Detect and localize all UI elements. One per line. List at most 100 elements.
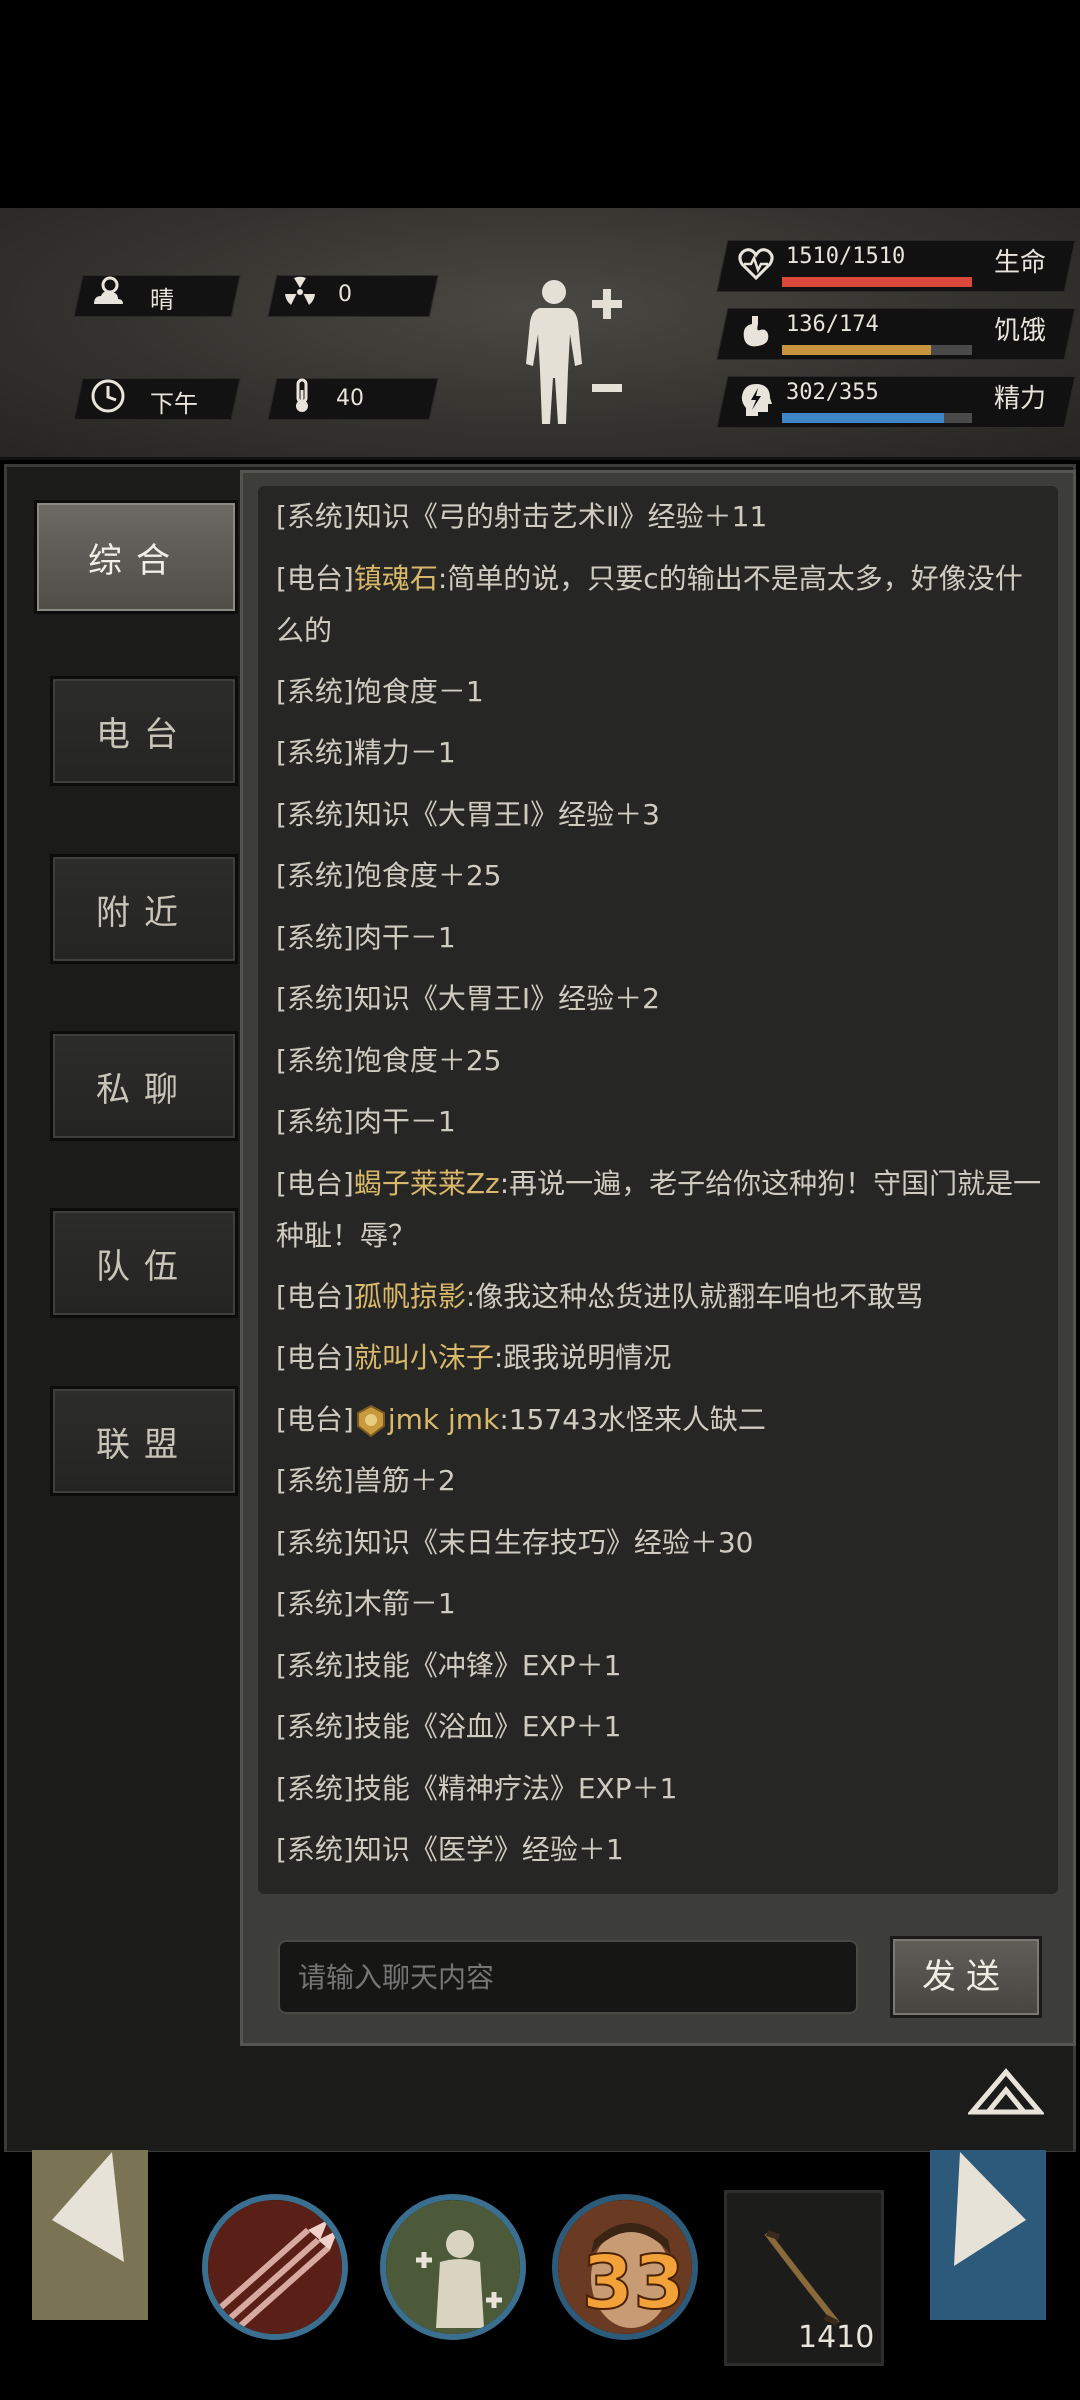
health-track bbox=[782, 277, 972, 287]
chat-message: [系统]木箭－1 bbox=[276, 1573, 1046, 1635]
skill-slot-1[interactable] bbox=[202, 2194, 348, 2340]
energy-fill bbox=[782, 413, 944, 423]
chat-username[interactable]: 孤帆掠影 bbox=[354, 1280, 466, 1313]
chat-message: [系统]饱食度－1 bbox=[276, 661, 1046, 723]
tab-alliance[interactable]: 联盟 bbox=[50, 1386, 238, 1496]
chat-username[interactable]: 蝎子莱莱Zz bbox=[354, 1167, 500, 1200]
chat-message-text: 技能《浴血》EXP＋1 bbox=[353, 1710, 622, 1743]
chat-username[interactable]: 镇魂石 bbox=[354, 562, 438, 595]
chat-channel-tag: [系统] bbox=[276, 797, 354, 831]
chat-message-text: 知识《弓的射击艺术Ⅱ》经验＋11 bbox=[353, 500, 768, 533]
chat-message: [系统]知识《大胃王Ⅰ》经验＋2 bbox=[276, 968, 1046, 1030]
chat-message: [系统]兽筋＋2 bbox=[276, 1450, 1046, 1512]
chat-channel-tag: [系统] bbox=[276, 500, 354, 533]
skill-slot-2[interactable] bbox=[380, 2194, 526, 2340]
chat-message: [系统]技能《浴血》EXP＋1 bbox=[276, 1696, 1046, 1758]
send-button[interactable]: 发送 bbox=[890, 1936, 1042, 2018]
chat-log[interactable]: [系统]知识《弓的射击艺术Ⅱ》经验＋11 [电台]镇魂石:简单的说，只要c的输出不… bbox=[258, 486, 1058, 1894]
tab-nearby[interactable]: 附近 bbox=[50, 854, 238, 964]
chat-channel-tag: [电台] bbox=[276, 1279, 354, 1313]
temperature-value: 40 bbox=[336, 386, 364, 411]
chat-input[interactable] bbox=[278, 1940, 858, 2014]
chat-message: [电台]镇魂石:简单的说，只要c的输出不是高太多，好像没什么的 bbox=[276, 548, 1046, 661]
chat-message: [电台]就叫小沫子:跟我说明情况 bbox=[276, 1327, 1046, 1389]
chat-channel-tag: [电台] bbox=[276, 1402, 354, 1436]
chat-message: [系统]肉干－1 bbox=[276, 1091, 1046, 1153]
chat-message-text: 知识《末日生存技巧》经验＋30 bbox=[353, 1525, 754, 1559]
chat-channel-tag: [电台] bbox=[276, 1166, 354, 1200]
guild-badge-icon bbox=[356, 1404, 385, 1437]
chat-message-text: 兽筋＋2 bbox=[353, 1464, 456, 1497]
head-bolt-icon bbox=[741, 384, 772, 416]
chat-channel-tag: [系统] bbox=[276, 674, 354, 708]
thermometer-icon bbox=[296, 378, 308, 412]
chat-message-text: 知识《大胃王Ⅰ》经验＋3 bbox=[353, 797, 660, 831]
chat-message-list: [系统]知识《弓的射击艺术Ⅱ》经验＋11 [电台]镇魂石:简单的说，只要c的输出不… bbox=[276, 486, 1046, 1881]
energy-label: 精力 bbox=[994, 384, 1047, 414]
chat-message-text: 饱食度－1 bbox=[353, 674, 484, 708]
chat-message: [系统]技能《冲锋》EXP＋1 bbox=[276, 1635, 1046, 1697]
chat-message-text: :15743水怪来人缺二 bbox=[499, 1402, 766, 1436]
chat-channel-tag: [系统] bbox=[276, 1771, 354, 1805]
chat-message: [电台] jmk jmk:15743水怪来人缺二 bbox=[276, 1389, 1046, 1451]
arrow-right-icon[interactable] bbox=[930, 2150, 1046, 2320]
arrow-left-icon[interactable] bbox=[32, 2150, 148, 2320]
chat-channel-tag: [系统] bbox=[276, 1043, 354, 1077]
radiation-value: 0 bbox=[338, 282, 352, 307]
energy-value: 302/355 bbox=[786, 380, 879, 405]
chat-channel-tag: [系统] bbox=[276, 982, 354, 1015]
character-level: 33 bbox=[581, 2239, 686, 2327]
chat-message-text: 饱食度＋25 bbox=[353, 1043, 502, 1077]
chat-message-text: 知识《大胃王Ⅰ》经验＋2 bbox=[353, 982, 660, 1015]
chat-message-text: 肉干－1 bbox=[353, 1105, 456, 1138]
chat-channel-tag: [系统] bbox=[276, 1833, 354, 1866]
chat-message-text: 肉干－1 bbox=[353, 920, 456, 954]
chat-channel-tag: [系统] bbox=[276, 1525, 354, 1559]
chat-message: [系统]饱食度＋25 bbox=[276, 1030, 1046, 1092]
chat-message-text: 精力－1 bbox=[353, 736, 456, 769]
chat-message: [系统]知识《末日生存技巧》经验＋30 bbox=[276, 1512, 1046, 1574]
chat-username[interactable]: jmk jmk bbox=[388, 1403, 499, 1436]
hunger-fill bbox=[782, 345, 931, 355]
chat-message-text: 木箭－1 bbox=[353, 1587, 456, 1620]
chat-channel-tag: [系统] bbox=[276, 1648, 354, 1682]
energy-track bbox=[782, 413, 972, 423]
stomach-icon bbox=[743, 316, 769, 347]
chat-message: [电台]孤帆掠影:像我这种怂货进队就翻车咱也不敢骂 bbox=[276, 1266, 1046, 1328]
tab-radio[interactable]: 电台 bbox=[50, 676, 238, 786]
hunger-track bbox=[782, 345, 972, 355]
chat-message: [系统]知识《大胃王Ⅰ》经验＋3 bbox=[276, 784, 1046, 846]
chat-channel-tag: [系统] bbox=[276, 1587, 354, 1620]
chat-message-text: :像我这种怂货进队就翻车咱也不敢骂 bbox=[465, 1279, 924, 1313]
sun-cloud-icon bbox=[94, 276, 123, 304]
chat-message-text: :跟我说明情况 bbox=[493, 1341, 672, 1374]
collapse-up-icon[interactable] bbox=[968, 2066, 1044, 2116]
chat-message: [系统]饱食度＋25 bbox=[276, 845, 1046, 907]
chat-message: [系统]知识《医学》经验＋1 bbox=[276, 1819, 1046, 1881]
chat-message-text: 技能《精神疗法》EXP＋1 bbox=[353, 1771, 678, 1805]
time-of-day-label: 下午 bbox=[150, 390, 198, 418]
tab-private[interactable]: 私聊 bbox=[50, 1031, 238, 1141]
body-figure-icon[interactable] bbox=[520, 274, 626, 432]
chat-channel-tag: [电台] bbox=[276, 561, 354, 595]
chat-username[interactable]: 就叫小沫子 bbox=[354, 1341, 494, 1374]
chat-channel-tag: [系统] bbox=[276, 859, 354, 892]
tab-general[interactable]: 综合 bbox=[34, 500, 238, 614]
chat-channel-tag: [电台] bbox=[276, 1341, 354, 1374]
tab-team[interactable]: 队伍 bbox=[50, 1208, 238, 1318]
chat-channel-tag: [系统] bbox=[276, 1105, 354, 1138]
hunger-label: 饥饿 bbox=[994, 316, 1047, 346]
hunger-value: 136/174 bbox=[786, 312, 879, 337]
clock-icon bbox=[91, 379, 125, 413]
chat-message: [系统]精力－1 bbox=[276, 722, 1046, 784]
chat-message-text: 饱食度＋25 bbox=[353, 859, 502, 892]
item-count: 1410 bbox=[798, 2320, 875, 2355]
chat-message: [电台]蝎子莱莱Zz:再说一遍，老子给你这种狗！守国门就是一种耻！辱？ bbox=[276, 1153, 1046, 1266]
health-fill bbox=[782, 277, 972, 287]
health-value: 1510/1510 bbox=[786, 244, 906, 269]
chat-message: [系统]知识《弓的射击艺术Ⅱ》经验＋11 bbox=[276, 486, 1046, 548]
heart-pulse-icon bbox=[738, 248, 774, 281]
chat-message: [系统]技能《精神疗法》EXP＋1 bbox=[276, 1758, 1046, 1820]
skill-bar bbox=[0, 2152, 1080, 2400]
weather-label: 晴 bbox=[150, 286, 174, 314]
